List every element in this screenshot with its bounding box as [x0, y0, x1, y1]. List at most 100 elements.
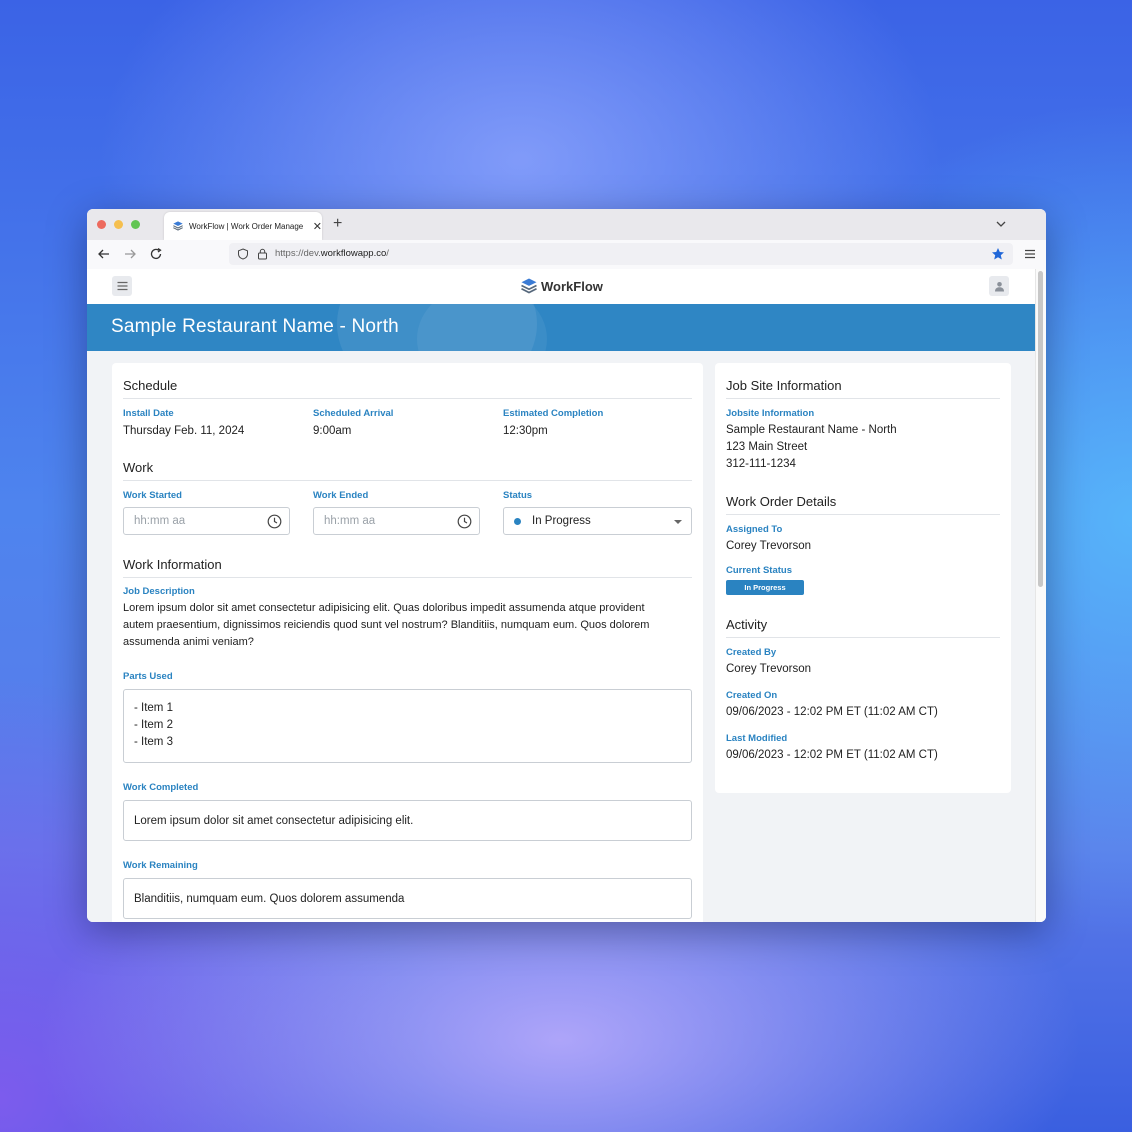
back-arrow-icon[interactable] — [97, 247, 111, 261]
last-modified-value: 09/06/2023 - 12:02 PM ET (11:02 AM CT) — [726, 749, 938, 761]
brand-name: WorkFlow — [541, 278, 603, 294]
divider — [123, 480, 692, 481]
divider — [726, 514, 1000, 515]
tab-title: WorkFlow | Work Order Manage — [189, 221, 304, 231]
work-information-heading: Work Information — [123, 557, 222, 572]
work-ended-placeholder: hh:mm aa — [324, 515, 376, 527]
work-heading: Work — [123, 460, 154, 475]
parts-used-textarea[interactable]: - Item 1 - Item 2 - Item 3 — [123, 689, 692, 763]
divider — [123, 577, 692, 578]
brand-logo[interactable]: WorkFlow — [520, 277, 603, 295]
details-card: Job Site Information Jobsite Information… — [715, 363, 1011, 793]
job-description-line: assumenda animi veniam? — [123, 636, 254, 648]
close-window-button[interactable] — [97, 220, 106, 229]
shield-icon[interactable] — [237, 248, 249, 260]
banner-decoration — [417, 304, 547, 351]
browser-tab[interactable]: WorkFlow | Work Order Manage ✕ — [164, 212, 322, 240]
browser-menu-icon[interactable] — [1024, 248, 1036, 260]
created-on-value: 09/06/2023 - 12:02 PM ET (11:02 AM CT) — [726, 706, 938, 718]
page-scrollbar[interactable] — [1035, 269, 1046, 922]
parts-item: - Item 3 — [134, 736, 173, 748]
window-controls — [97, 220, 140, 229]
divider — [123, 398, 692, 399]
forward-arrow-icon[interactable] — [123, 247, 137, 261]
install-date-value: Thursday Feb. 11, 2024 — [123, 425, 245, 437]
work-order-card: Schedule Install Date Thursday Feb. 11, … — [112, 363, 703, 922]
work-started-placeholder: hh:mm aa — [134, 515, 186, 527]
created-on-label: Created On — [726, 690, 778, 701]
jobsite-address: 123 Main Street — [726, 441, 808, 453]
job-description-line: Lorem ipsum dolor sit amet consectetur a… — [123, 602, 645, 614]
bookmark-star-icon[interactable] — [991, 247, 1005, 261]
chevron-down-icon[interactable] — [994, 217, 1008, 231]
reload-icon[interactable] — [149, 247, 163, 261]
page-viewport: WorkFlow Sample Restaurant Name - North … — [87, 269, 1046, 922]
url-prefix: https://dev. — [275, 248, 321, 259]
install-date-label: Install Date — [123, 408, 174, 419]
status-dot — [514, 518, 521, 525]
work-remaining-textarea[interactable]: Blanditiis, numquam eum. Quos dolorem as… — [123, 878, 692, 919]
menu-button[interactable] — [112, 276, 132, 296]
clock-icon[interactable] — [457, 514, 472, 529]
job-site-heading: Job Site Information — [726, 378, 842, 393]
work-completed-label: Work Completed — [123, 782, 199, 793]
work-completed-textarea[interactable]: Lorem ipsum dolor sit amet consectetur a… — [123, 800, 692, 841]
current-status-label: Current Status — [726, 565, 792, 576]
jobsite-name: Sample Restaurant Name - North — [726, 424, 897, 436]
scrollbar-thumb[interactable] — [1038, 271, 1043, 587]
url-text: https://dev.workflowapp.co/ — [275, 248, 389, 259]
url-domain: workflowapp.co — [320, 248, 387, 259]
zoom-window-button[interactable] — [131, 220, 140, 229]
divider — [726, 637, 1000, 638]
tab-close-icon[interactable]: ✕ — [313, 220, 322, 233]
job-description-line: autem praesentium, dignissimos reiciendi… — [123, 619, 650, 631]
job-description-label: Job Description — [123, 586, 195, 597]
url-suffix: / — [386, 248, 389, 259]
workflow-logo-icon — [520, 277, 538, 295]
work-started-label: Work Started — [123, 490, 182, 501]
minimize-window-button[interactable] — [114, 220, 123, 229]
page-banner: Sample Restaurant Name - North — [87, 304, 1036, 351]
activity-heading: Activity — [726, 617, 768, 632]
jobsite-information-label: Jobsite Information — [726, 408, 815, 419]
tab-bar: WorkFlow | Work Order Manage ✕ + — [87, 209, 1046, 240]
page-title: Sample Restaurant Name - North — [111, 316, 399, 337]
parts-used-label: Parts Used — [123, 671, 173, 682]
job-description-text: Lorem ipsum dolor sit amet consectetur a… — [123, 600, 698, 651]
hamburger-icon — [117, 281, 127, 291]
last-modified-label: Last Modified — [726, 733, 788, 744]
status-select[interactable]: In Progress — [503, 507, 692, 535]
work-completed-text: Lorem ipsum dolor sit amet consectetur a… — [134, 815, 414, 827]
work-remaining-label: Work Remaining — [123, 860, 198, 871]
user-button[interactable] — [989, 276, 1009, 296]
work-ended-input[interactable]: hh:mm aa — [313, 507, 480, 535]
work-order-details-heading: Work Order Details — [726, 494, 837, 509]
jobsite-phone: 312-111-1234 — [726, 458, 796, 470]
scheduled-arrival-label: Scheduled Arrival — [313, 408, 394, 419]
schedule-heading: Schedule — [123, 378, 178, 393]
app-header: WorkFlow — [87, 269, 1036, 304]
new-tab-button[interactable]: + — [333, 215, 342, 233]
address-bar[interactable]: https://dev.workflowapp.co/ — [229, 243, 1013, 265]
navigation-bar: https://dev.workflowapp.co/ — [87, 240, 1046, 270]
created-by-value: Corey Trevorson — [726, 663, 812, 675]
scheduled-arrival-value: 9:00am — [313, 425, 352, 437]
parts-item: - Item 2 — [134, 719, 173, 731]
work-started-input[interactable]: hh:mm aa — [123, 507, 290, 535]
parts-item: - Item 1 — [134, 702, 173, 714]
status-badge: In Progress — [726, 580, 804, 595]
status-label: Status — [503, 490, 533, 501]
created-by-label: Created By — [726, 647, 777, 658]
lock-icon[interactable] — [257, 248, 268, 260]
status-select-value: In Progress — [532, 515, 591, 527]
estimated-completion-label: Estimated Completion — [503, 408, 604, 419]
divider — [726, 398, 1000, 399]
work-ended-label: Work Ended — [313, 490, 369, 501]
user-icon — [994, 281, 1004, 291]
caret-down-icon — [674, 520, 682, 524]
assigned-to-value: Corey Trevorson — [726, 540, 812, 552]
work-remaining-text: Blanditiis, numquam eum. Quos dolorem as… — [134, 893, 405, 905]
assigned-to-label: Assigned To — [726, 524, 783, 535]
clock-icon[interactable] — [267, 514, 282, 529]
estimated-completion-value: 12:30pm — [503, 425, 548, 437]
